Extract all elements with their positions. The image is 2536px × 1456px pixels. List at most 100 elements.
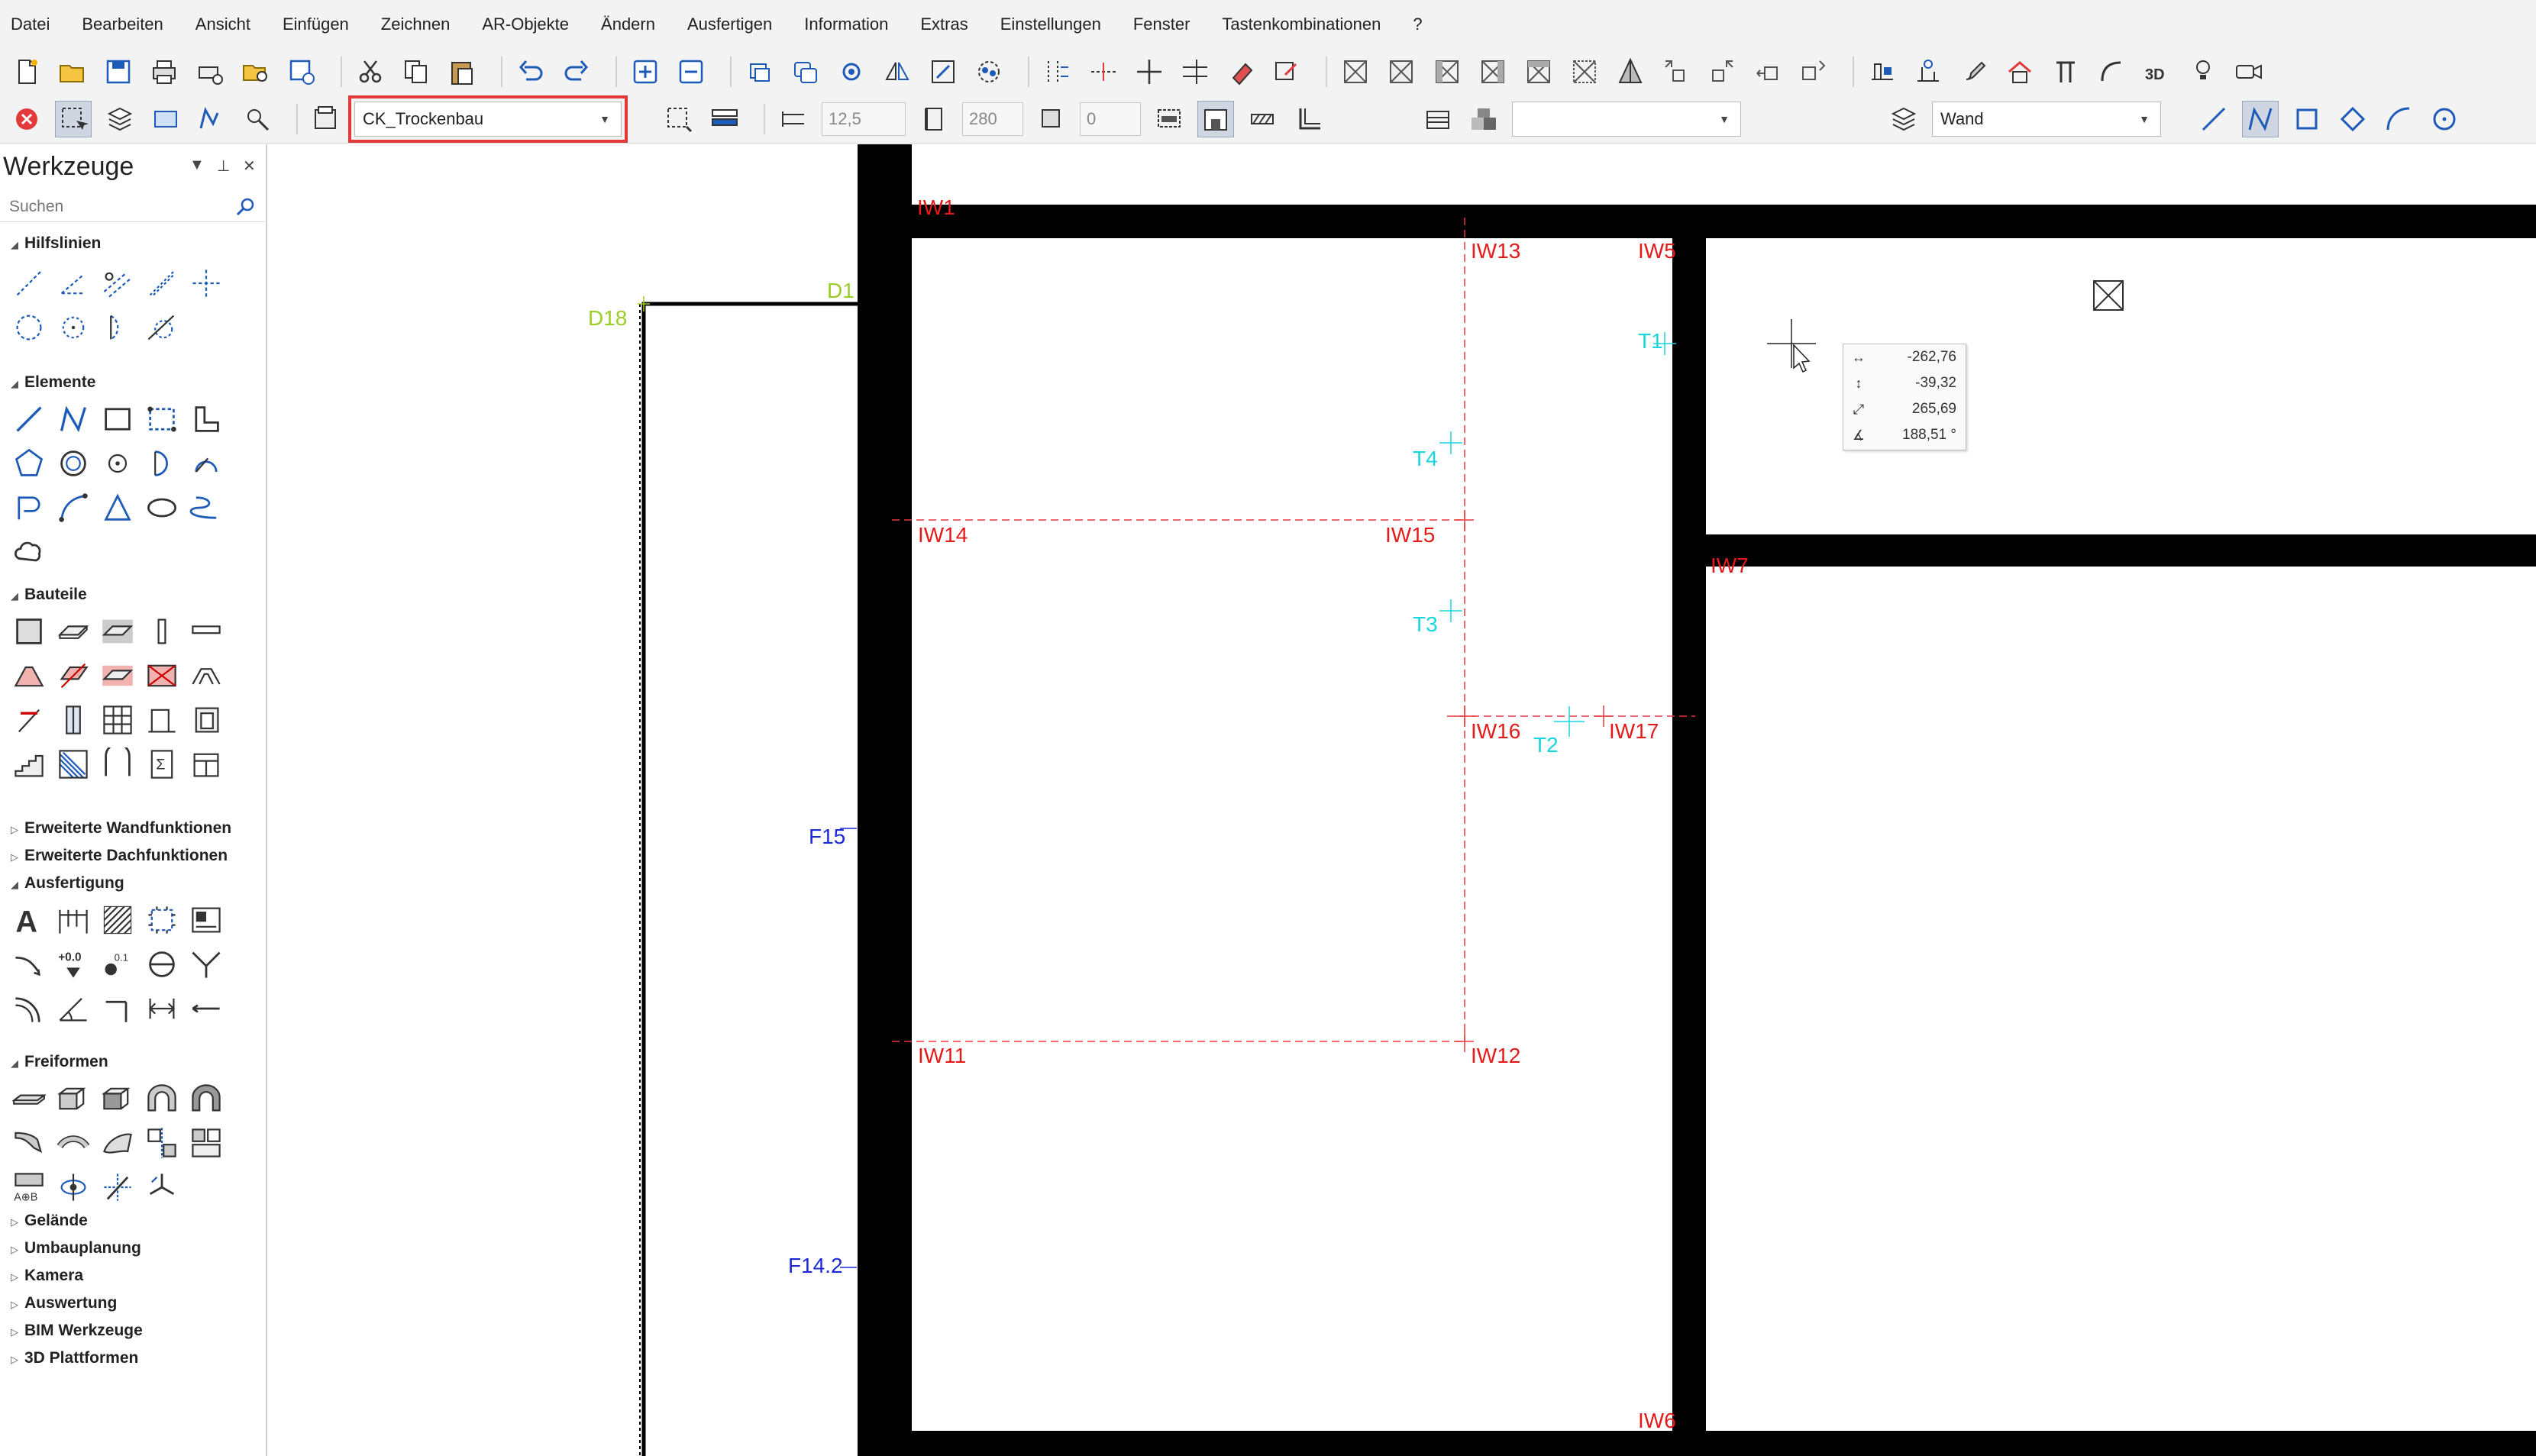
label-iw13[interactable]: IW13 xyxy=(1471,239,1520,263)
polygon-icon[interactable] xyxy=(11,445,47,482)
opening-icon[interactable] xyxy=(144,702,180,738)
arc-element-icon[interactable] xyxy=(144,445,180,482)
freeform-arch-2-icon[interactable] xyxy=(188,1080,225,1117)
circle-center-icon[interactable] xyxy=(2427,102,2462,137)
menu-help[interactable]: ? xyxy=(1408,11,1426,37)
view-front-icon[interactable] xyxy=(1338,54,1373,89)
label-iw16[interactable]: IW16 xyxy=(1471,719,1520,743)
elevation-icon[interactable] xyxy=(1911,54,1946,89)
label-iw11[interactable]: IW11 xyxy=(918,1044,966,1067)
menu-fenster[interactable]: Fenster xyxy=(1129,11,1195,37)
label-iw5[interactable]: IW5 xyxy=(1638,239,1676,263)
plot-icon[interactable] xyxy=(192,54,228,89)
view-back-icon[interactable] xyxy=(1384,54,1419,89)
corner-icon[interactable] xyxy=(1291,102,1326,137)
house-icon[interactable] xyxy=(2002,54,2037,89)
roof-window-icon[interactable] xyxy=(99,657,136,694)
view-bottom-icon[interactable] xyxy=(1567,54,1602,89)
angle-dimension-icon[interactable] xyxy=(55,990,92,1027)
rectangle-icon[interactable] xyxy=(148,102,183,137)
wall-icon[interactable] xyxy=(11,613,47,650)
freeform-mirror-icon[interactable] xyxy=(144,1125,180,1161)
guideline-cross-icon[interactable] xyxy=(188,265,225,302)
section-3d-plattformen[interactable]: ▷ 3D Plattformen xyxy=(11,1349,138,1367)
leader-icon[interactable] xyxy=(188,946,225,983)
polyline-tool-icon[interactable] xyxy=(2242,100,2279,137)
hatch-icon[interactable] xyxy=(1245,102,1280,137)
menu-information[interactable]: Information xyxy=(800,11,893,37)
panel-menu-icon[interactable]: ▼ xyxy=(189,157,205,174)
guideline-two-point-icon[interactable] xyxy=(11,265,47,302)
door-icon[interactable] xyxy=(55,702,92,738)
dormer-icon[interactable] xyxy=(144,657,180,694)
label-iw14[interactable]: IW14 xyxy=(918,523,968,547)
frame-select-icon[interactable] xyxy=(661,102,696,137)
roof-surface-icon[interactable] xyxy=(55,657,92,694)
label-t4[interactable]: T4 xyxy=(1413,447,1438,470)
slab-icon[interactable] xyxy=(55,613,92,650)
roof-frame-icon[interactable] xyxy=(188,657,225,694)
scale-icon[interactable] xyxy=(926,54,961,89)
freeform-box-2-icon[interactable] xyxy=(99,1080,136,1117)
snap-line-icon[interactable] xyxy=(1086,54,1121,89)
menu-aendern[interactable]: Ändern xyxy=(596,11,660,37)
view-left-icon[interactable] xyxy=(1430,54,1465,89)
open-folder-icon[interactable] xyxy=(55,54,90,89)
light-icon[interactable] xyxy=(2185,54,2221,89)
view-direction-3-icon[interactable] xyxy=(1750,54,1785,89)
layers-stack-icon[interactable] xyxy=(1886,102,1921,137)
rotated-rectangle-icon[interactable] xyxy=(2335,102,2370,137)
height-dimension-icon[interactable] xyxy=(99,990,136,1027)
copy-icon[interactable] xyxy=(399,54,434,89)
section-bim-werkzeuge[interactable]: ▷ BIM Werkzeuge xyxy=(11,1322,143,1340)
l-shape-icon[interactable] xyxy=(188,401,225,437)
save-icon[interactable] xyxy=(101,54,136,89)
menu-einstellungen[interactable]: Einstellungen xyxy=(996,11,1106,37)
level-mark-icon[interactable]: +0.0 xyxy=(55,946,92,983)
layers-icon[interactable] xyxy=(102,102,137,137)
ellipse-icon[interactable] xyxy=(144,489,180,526)
layer-manager-icon[interactable] xyxy=(309,102,344,137)
label-iw1[interactable]: IW1 xyxy=(917,195,955,219)
label-f15[interactable]: F15 xyxy=(809,825,845,848)
arc-icon[interactable] xyxy=(2381,102,2416,137)
circle-icon[interactable] xyxy=(55,445,92,482)
freeform-sweep-icon[interactable] xyxy=(11,1125,47,1161)
freeform-split-icon[interactable] xyxy=(188,1125,225,1161)
label-d18[interactable]: D18 xyxy=(588,306,627,330)
arc-3point-icon[interactable] xyxy=(55,489,92,526)
group-icon[interactable] xyxy=(971,54,1006,89)
freeform-surface-icon[interactable] xyxy=(99,1125,136,1161)
paste-icon[interactable] xyxy=(444,54,480,89)
wall-properties-icon[interactable] xyxy=(707,102,742,137)
guide-circle-icon[interactable] xyxy=(11,309,47,346)
label-tool-icon[interactable] xyxy=(188,902,225,938)
brush-icon[interactable] xyxy=(1956,54,1992,89)
freeform-arch-icon[interactable] xyxy=(144,1080,180,1117)
window-element-icon[interactable] xyxy=(188,746,225,783)
rectangle-element-icon[interactable] xyxy=(99,401,136,437)
menu-ar-objekte[interactable]: AR-Objekte xyxy=(477,11,573,37)
offset-input[interactable]: 0 xyxy=(1080,102,1141,136)
search-icon[interactable] xyxy=(235,196,257,218)
guideline-parallel-icon[interactable] xyxy=(99,265,136,302)
view-3d-icon[interactable]: 3D xyxy=(2140,54,2175,89)
menu-tastenkombinationen[interactable]: Tastenkombinationen xyxy=(1217,11,1385,37)
crossed-box-icon[interactable] xyxy=(2093,280,2124,311)
dimension-icon[interactable] xyxy=(55,902,92,938)
arrow-icon[interactable] xyxy=(11,946,47,983)
label-iw17[interactable]: IW17 xyxy=(1609,719,1659,743)
freeform-box-icon[interactable] xyxy=(55,1080,92,1117)
level-mark-2-icon[interactable]: 0.1 xyxy=(99,946,136,983)
arc-tool-icon[interactable] xyxy=(2094,54,2129,89)
label-iw12[interactable]: IW12 xyxy=(1471,1044,1520,1067)
cancel-icon[interactable] xyxy=(9,102,44,137)
windows-icon[interactable] xyxy=(788,54,823,89)
menu-zeichnen[interactable]: Zeichnen xyxy=(376,11,455,37)
new-file-icon[interactable] xyxy=(9,54,44,89)
freeform-rotate-icon[interactable] xyxy=(55,1169,92,1206)
menu-ausfertigen[interactable]: Ausfertigen xyxy=(683,11,777,37)
print-icon[interactable] xyxy=(147,54,182,89)
view-top-icon[interactable] xyxy=(1521,54,1556,89)
section-erweiterte-dachfunktionen[interactable]: ▷ Erweiterte Dachfunktionen xyxy=(11,847,228,865)
